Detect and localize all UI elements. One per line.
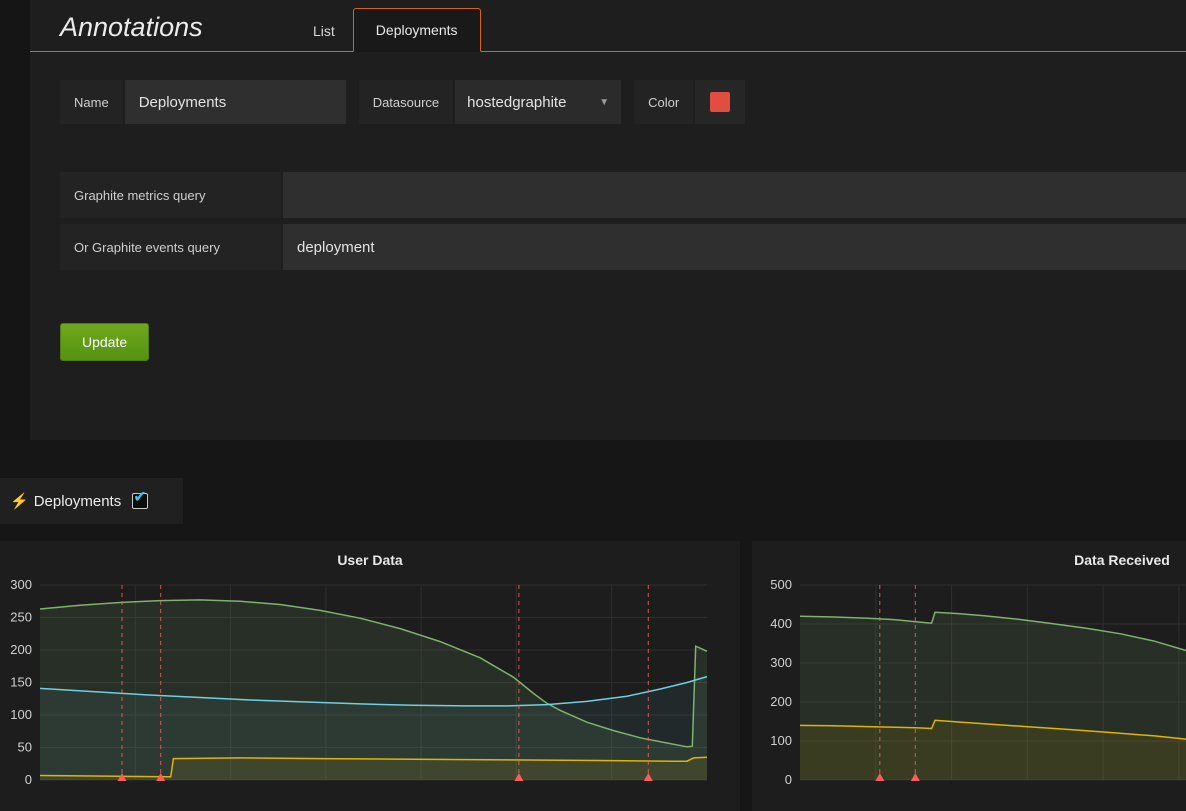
svg-text:100: 100 xyxy=(770,733,792,748)
tab-deployments[interactable]: Deployments xyxy=(353,8,481,52)
color-label: Color xyxy=(634,80,693,124)
header: Annotations List Deployments xyxy=(30,0,1186,52)
panel-title[interactable]: Data Received xyxy=(752,541,1186,571)
dashboard-panels: User Data 0 50 100 150 200 250 300 Data Receiv… xyxy=(0,541,1186,811)
annotation-toggle-checkbox[interactable]: ✔ xyxy=(132,493,148,509)
tab-list[interactable]: List xyxy=(295,11,353,51)
tab-bar: List Deployments xyxy=(295,8,481,51)
svg-text:50: 50 xyxy=(18,740,32,755)
color-picker[interactable] xyxy=(695,80,745,124)
annotation-toggle[interactable]: ⚡ Deployments ✔ xyxy=(0,478,183,524)
annotation-toggle-label: Deployments xyxy=(34,493,122,510)
query-rows: Graphite metrics query Or Graphite event… xyxy=(60,172,1186,270)
color-swatch[interactable] xyxy=(710,92,730,112)
metrics-query-input[interactable] xyxy=(283,172,1186,218)
svg-text:300: 300 xyxy=(10,577,32,592)
page-title: Annotations xyxy=(60,12,295,43)
svg-text:500: 500 xyxy=(770,577,792,592)
svg-text:400: 400 xyxy=(770,616,792,631)
svg-text:0: 0 xyxy=(25,772,32,787)
svg-text:250: 250 xyxy=(10,610,32,625)
lightning-bolt-icon: ⚡ xyxy=(10,492,29,510)
panel-user-data: User Data 0 50 100 150 200 250 300 xyxy=(0,541,740,811)
datasource-selected-value: hostedgraphite xyxy=(467,94,566,111)
svg-text:0: 0 xyxy=(785,772,792,787)
checkmark-icon: ✔ xyxy=(133,490,146,506)
user-data-chart: 0 50 100 150 200 250 300 xyxy=(0,571,740,801)
name-input[interactable] xyxy=(125,80,346,124)
name-label: Name xyxy=(60,80,123,124)
datasource-label: Datasource xyxy=(359,80,453,124)
events-query-input[interactable] xyxy=(283,224,1186,270)
update-button[interactable]: Update xyxy=(60,323,149,361)
svg-text:150: 150 xyxy=(10,675,32,690)
panel-data-received: Data Received 0 100 200 300 400 500 xyxy=(752,541,1186,811)
annotation-form-row: Name Datasource hostedgraphite ▼ Color xyxy=(60,80,1186,124)
annotation-editor: Annotations List Deployments Name Dataso… xyxy=(0,0,1186,440)
svg-text:300: 300 xyxy=(770,655,792,670)
events-query-label: Or Graphite events query xyxy=(60,224,281,270)
svg-text:200: 200 xyxy=(10,642,32,657)
panel-title[interactable]: User Data xyxy=(0,541,740,571)
datasource-select[interactable]: hostedgraphite ▼ xyxy=(455,80,621,124)
data-received-chart: 0 100 200 300 400 500 xyxy=(752,571,1186,801)
svg-text:100: 100 xyxy=(10,707,32,722)
chevron-down-icon: ▼ xyxy=(599,97,609,108)
metrics-query-label: Graphite metrics query xyxy=(60,172,281,218)
svg-text:200: 200 xyxy=(770,694,792,709)
